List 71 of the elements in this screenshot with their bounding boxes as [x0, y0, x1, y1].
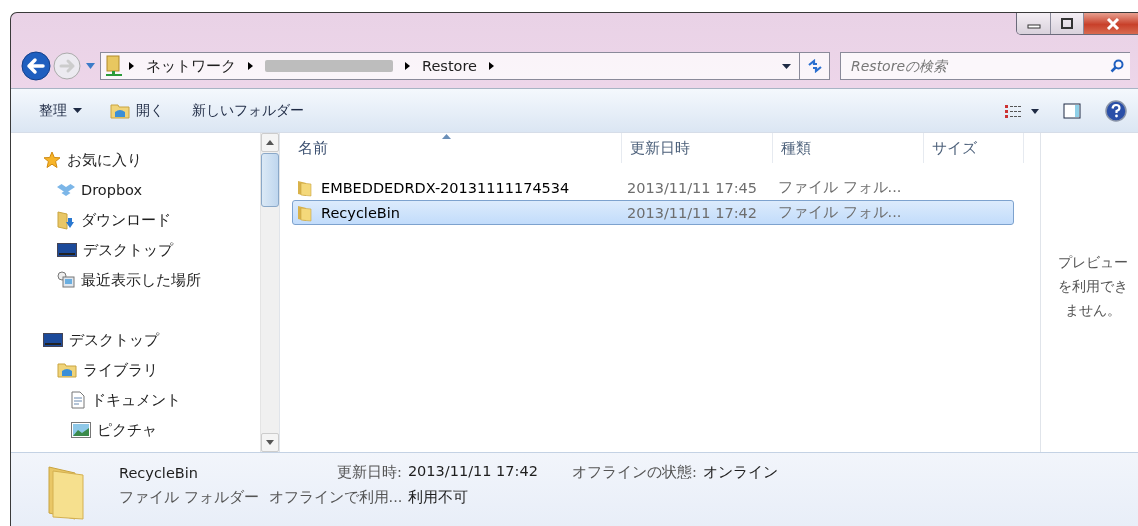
column-header[interactable]: 名前	[290, 133, 622, 163]
new-folder-button[interactable]: 新しいフォルダー	[182, 97, 314, 124]
file-name: RecycleBin	[321, 204, 400, 221]
dropdown-caret-icon[interactable]	[782, 63, 791, 69]
breadcrumb-item[interactable]: Restore	[422, 58, 478, 74]
breadcrumb-arrow-icon[interactable]	[489, 62, 495, 70]
maximize-icon	[1060, 17, 1074, 30]
navigation-item[interactable]: Dropbox	[11, 175, 143, 205]
scroll-thumb[interactable]	[261, 153, 279, 207]
down-arrow-icon	[266, 440, 274, 445]
file-row[interactable]: EMBEDDEDRDX-20131111174534 2013/11/11 17:45 ファイル フォル...	[292, 175, 1014, 200]
close-icon	[1105, 17, 1120, 30]
folder-icon	[110, 102, 130, 119]
document-icon	[71, 391, 85, 409]
breadcrumb-arrow-icon[interactable]	[248, 62, 253, 70]
navigation-item[interactable]: 最近表示した場所	[11, 265, 201, 295]
breadcrumb-item[interactable]: ネットワーク	[146, 56, 236, 76]
column-header[interactable]: サイズ	[924, 133, 1024, 163]
network-folder-icon	[105, 55, 123, 77]
file-type: ファイル フォル...	[777, 178, 903, 197]
back-button[interactable]	[21, 51, 51, 81]
property-label: 更新日時:	[337, 463, 402, 482]
file-name: RecycleBin	[119, 464, 199, 481]
library-folder-icon	[57, 362, 77, 378]
picture-icon	[71, 422, 91, 438]
download-folder-icon	[57, 210, 75, 230]
column-header[interactable]: 種類	[773, 133, 924, 163]
preview-message: プレビューを利用できません。	[1057, 253, 1130, 320]
file-type: ファイル フォル...	[777, 203, 903, 222]
file-name: EMBEDDEDRDX-20131111174534	[321, 179, 570, 196]
breadcrumb-arrow-icon[interactable]	[129, 62, 134, 70]
search-icon	[1110, 59, 1124, 73]
property-value: 2013/11/11 17:42	[407, 463, 538, 481]
up-arrow-icon	[266, 140, 274, 145]
file-row[interactable]: RecycleBin 2013/11/11 17:42 ファイル フォル...	[292, 200, 1014, 225]
navigation-item[interactable]: ドキュメント	[11, 385, 181, 415]
navigation-item[interactable]: ピクチャ	[11, 415, 157, 445]
pane-icon	[1063, 102, 1081, 119]
property-value: 利用不可	[408, 488, 469, 507]
navigation-item[interactable]: ライブラリ	[11, 355, 158, 385]
navigation-item[interactable]: デスクトップ	[11, 325, 159, 355]
sort-caret-icon	[442, 134, 451, 139]
refresh-icon	[806, 59, 823, 73]
property-value: オンライン	[702, 463, 778, 482]
box-icon	[57, 183, 75, 197]
folder-icon	[297, 178, 313, 197]
scroll-up-button[interactable]	[261, 133, 279, 152]
address-bar[interactable]: ネットワーク Restore	[100, 52, 830, 80]
organize-menu-button[interactable]: 整理	[29, 97, 92, 124]
modified-date: 2013/11/11 17:45	[626, 179, 758, 196]
star-icon	[43, 151, 61, 169]
desktop-icon	[57, 243, 77, 257]
column-header[interactable]: 更新日時	[622, 133, 773, 163]
navigation-item[interactable]: デスクトップ	[11, 235, 173, 265]
file-type: ファイル フォルダー	[119, 488, 259, 507]
desktop-icon	[43, 333, 63, 347]
navigation-item[interactable]: お気に入り	[11, 145, 142, 175]
folder-icon	[297, 203, 313, 222]
property-label: オフラインで利用...	[268, 488, 403, 507]
clock-window-icon	[57, 271, 75, 289]
maximize-button[interactable]	[1050, 13, 1083, 34]
breadcrumb-arrow-icon[interactable]	[405, 62, 410, 70]
caret-icon	[73, 108, 82, 113]
scroll-down-button[interactable]	[261, 433, 279, 452]
property-label: オフラインの状態:	[571, 463, 697, 482]
navigation-item[interactable]: ダウンロード	[11, 205, 171, 235]
close-button[interactable]	[1083, 13, 1138, 34]
modified-date: 2013/11/11 17:42	[626, 204, 758, 221]
open-button[interactable]: 開く	[100, 97, 174, 124]
search-field[interactable]: Restoreの検索	[840, 52, 1130, 80]
scrollbar[interactable]	[260, 133, 279, 452]
